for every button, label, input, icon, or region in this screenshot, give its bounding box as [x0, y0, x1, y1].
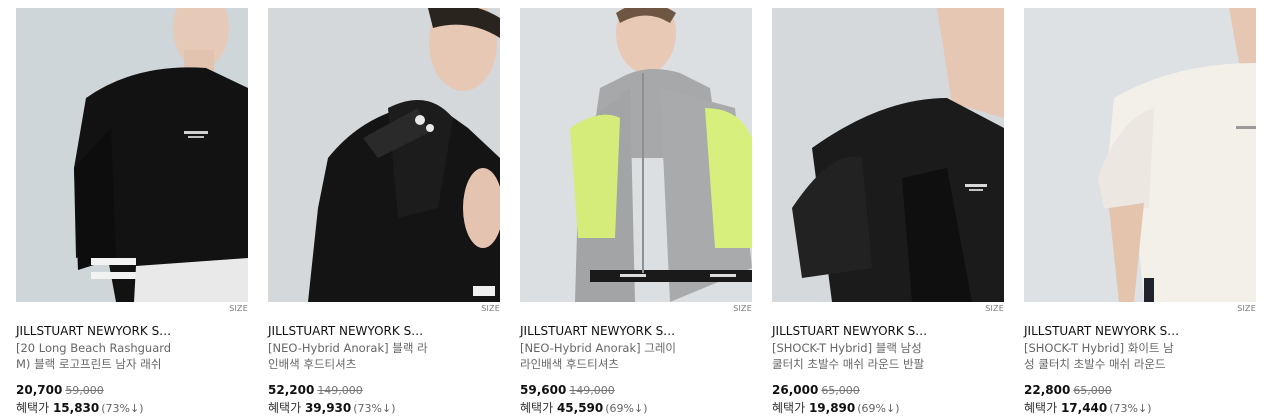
product-image[interactable] [520, 8, 752, 302]
size-tag[interactable]: SIZE [985, 304, 1004, 313]
product-image[interactable] [1024, 8, 1256, 302]
benefit-discount: (73%↓) [101, 402, 144, 415]
benefit-price-line: 혜택가 39,930 (73%↓) [268, 399, 396, 416]
benefit-price-line: 혜택가 15,830 (73%↓) [16, 399, 144, 416]
price-line: 22,800 65,000 [1024, 383, 1112, 397]
product-name[interactable]: [SHOCK-T Hybrid] 화이트 남 성 쿨터치 초발수 매쉬 라운드 [1024, 340, 1256, 372]
size-tag[interactable]: SIZE [1237, 304, 1256, 313]
sale-price: 26,000 [772, 383, 819, 397]
product-card[interactable]: SIZE JILLSTUART NEWYORK S… [SHOCK-T Hybr… [772, 8, 1004, 415]
benefit-price-line: 혜택가 19,890 (69%↓) [772, 399, 900, 416]
original-price: 65,000 [1073, 384, 1112, 397]
benefit-label: 혜택가 [772, 401, 806, 415]
product-card[interactable]: SIZE JILLSTUART NEWYORK S… [NEO-Hybrid A… [520, 8, 752, 415]
size-tag[interactable]: SIZE [481, 304, 500, 313]
benefit-discount: (73%↓) [1109, 402, 1152, 415]
product-card[interactable]: SIZE JILLSTUART NEWYORK S… [NEO-Hybrid A… [268, 8, 500, 415]
product-list: SIZE JILLSTUART NEWYORK S… [20 Long Beac… [0, 0, 1279, 419]
benefit-label: 혜택가 [268, 401, 302, 415]
original-price: 149,000 [317, 384, 363, 397]
size-tag[interactable]: SIZE [733, 304, 752, 313]
benefit-discount: (73%↓) [353, 402, 396, 415]
price-line: 26,000 65,000 [772, 383, 860, 397]
product-image[interactable] [772, 8, 1004, 302]
benefit-price: 45,590 [556, 401, 604, 415]
price-line: 52,200 149,000 [268, 383, 363, 397]
product-brand[interactable]: JILLSTUART NEWYORK S… [16, 324, 248, 338]
benefit-price-line: 혜택가 45,590 (69%↓) [520, 399, 648, 416]
benefit-discount: (69%↓) [605, 402, 648, 415]
original-price: 149,000 [569, 384, 615, 397]
product-brand[interactable]: JILLSTUART NEWYORK S… [268, 324, 500, 338]
size-tag[interactable]: SIZE [229, 304, 248, 313]
product-name[interactable]: [20 Long Beach Rashguard M) 블랙 로고프린트 남자 … [16, 340, 248, 372]
benefit-discount: (69%↓) [857, 402, 900, 415]
product-name[interactable]: [SHOCK-T Hybrid] 블랙 남성 쿨터치 초발수 매쉬 라운드 반팔 [772, 340, 1004, 372]
product-image[interactable] [268, 8, 500, 302]
product-brand[interactable]: JILLSTUART NEWYORK S… [772, 324, 1004, 338]
benefit-price: 17,440 [1060, 401, 1108, 415]
product-image[interactable] [16, 8, 248, 302]
product-brand[interactable]: JILLSTUART NEWYORK S… [1024, 324, 1256, 338]
benefit-label: 혜택가 [16, 401, 50, 415]
benefit-price: 15,830 [52, 401, 100, 415]
product-card[interactable]: SIZE JILLSTUART NEWYORK S… [20 Long Beac… [16, 8, 248, 415]
benefit-price-line: 혜택가 17,440 (73%↓) [1024, 399, 1152, 416]
product-card[interactable]: SIZE JILLSTUART NEWYORK S… [SHOCK-T Hybr… [1024, 8, 1256, 415]
price-line: 20,700 59,000 [16, 383, 104, 397]
sale-price: 52,200 [268, 383, 315, 397]
original-price: 59,000 [65, 384, 104, 397]
sale-price: 22,800 [1024, 383, 1071, 397]
sale-price: 59,600 [520, 383, 567, 397]
benefit-price: 39,930 [304, 401, 352, 415]
product-name[interactable]: [NEO-Hybrid Anorak] 블랙 라 인배색 후드티셔츠 [268, 340, 500, 372]
benefit-price: 19,890 [808, 401, 856, 415]
benefit-label: 혜택가 [1024, 401, 1058, 415]
product-name[interactable]: [NEO-Hybrid Anorak] 그레이 라인배색 후드티셔츠 [520, 340, 752, 372]
product-brand[interactable]: JILLSTUART NEWYORK S… [520, 324, 752, 338]
price-line: 59,600 149,000 [520, 383, 615, 397]
original-price: 65,000 [821, 384, 860, 397]
sale-price: 20,700 [16, 383, 63, 397]
benefit-label: 혜택가 [520, 401, 554, 415]
